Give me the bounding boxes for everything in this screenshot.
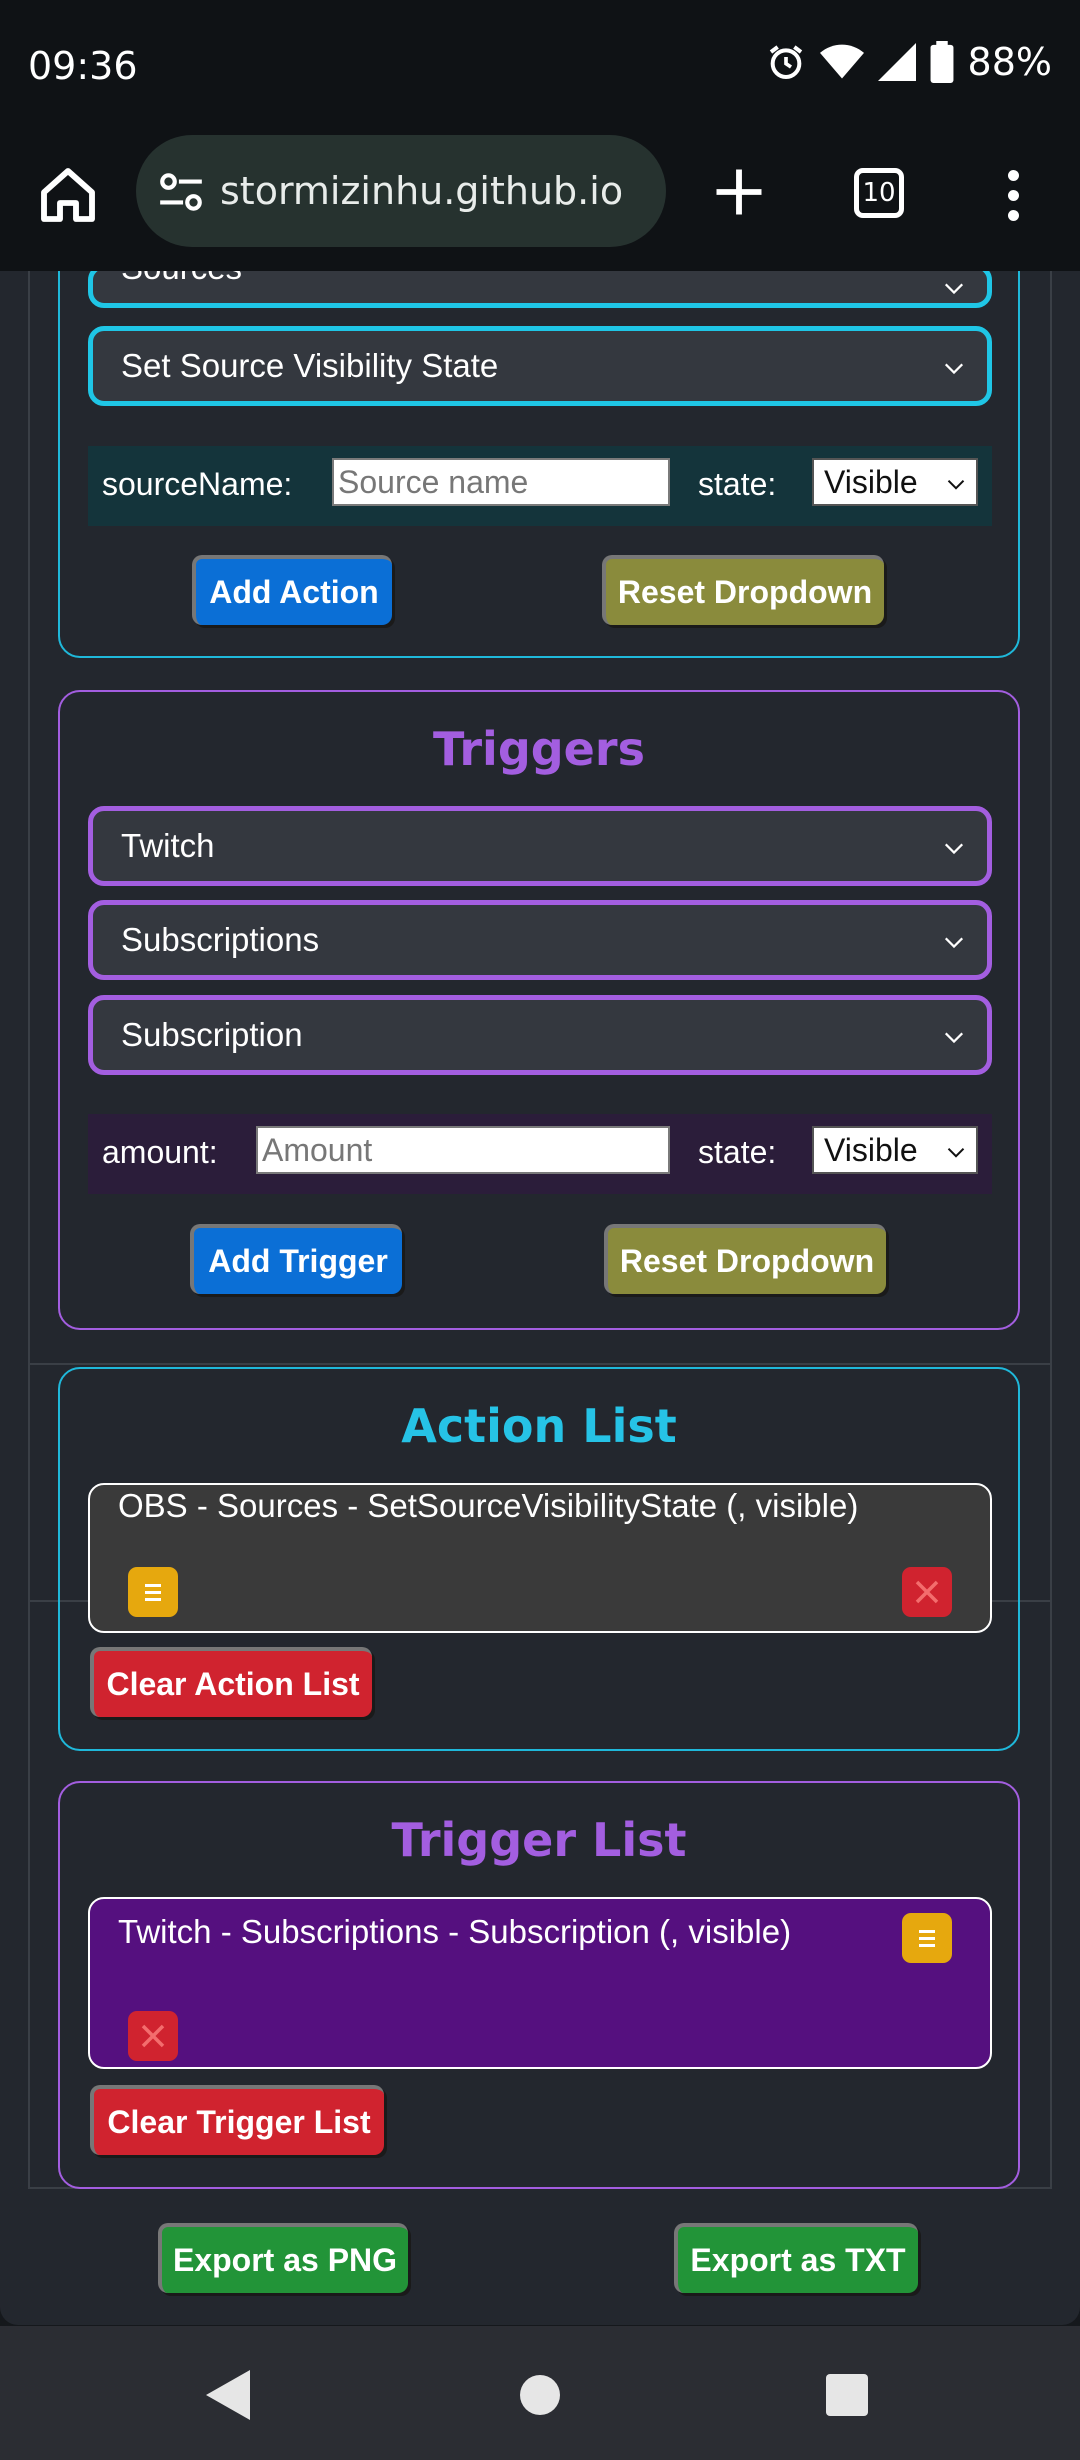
action-type-select[interactable]: Set Source Visibility State: [88, 326, 992, 406]
trigger-category-value: Subscriptions: [121, 921, 320, 958]
add-action-button[interactable]: Add Action: [192, 555, 392, 625]
trigger-platform-value: Twitch: [121, 827, 215, 864]
site-settings-icon[interactable]: [156, 167, 206, 217]
export-png-button[interactable]: Export as PNG: [158, 2223, 408, 2293]
source-name-input[interactable]: Source name: [332, 458, 670, 506]
action-category-value: Sources: [121, 271, 242, 287]
drag-handle-icon[interactable]: [902, 1913, 952, 1963]
chevron-down-icon: [944, 283, 964, 295]
tab-switcher-button[interactable]: 10: [854, 168, 904, 218]
back-icon[interactable]: [206, 2370, 250, 2420]
url-text[interactable]: stormizinhu.github.io: [220, 169, 623, 213]
clear-action-list-button[interactable]: Clear Action List: [90, 1647, 372, 1717]
new-tab-icon[interactable]: [712, 165, 766, 219]
wifi-icon: [819, 44, 864, 79]
action-params-row: sourceName: Source name state: Visible: [88, 446, 992, 526]
status-bar: 09:36 88%: [0, 0, 1080, 135]
chevron-down-icon: [944, 843, 964, 855]
chevron-down-icon: [944, 1032, 964, 1044]
home-circle-icon[interactable]: [519, 2374, 561, 2416]
trigger-type-value: Subscription: [121, 1016, 303, 1053]
more-menu-icon[interactable]: [998, 165, 1028, 225]
chevron-down-icon: [944, 937, 964, 949]
status-icons: 88%: [766, 40, 1052, 84]
action-item-text: OBS - Sources - SetSourceVisibilityState…: [118, 1487, 859, 1524]
trigger-category-select[interactable]: Subscriptions: [88, 900, 992, 980]
chevron-down-icon: [947, 1147, 965, 1158]
chevron-down-icon: [944, 363, 964, 375]
trigger-list-item: Twitch - Subscriptions - Subscription (,…: [88, 1897, 992, 2069]
action-category-select[interactable]: Sources: [88, 271, 992, 308]
state-select-value: Visible: [824, 464, 918, 500]
trigger-platform-select[interactable]: Twitch: [88, 806, 992, 886]
home-icon[interactable]: [36, 163, 100, 227]
system-nav-bar: [0, 2326, 1080, 2460]
signal-icon: [877, 43, 916, 81]
state-label: state:: [698, 1134, 777, 1170]
trigger-type-select[interactable]: Subscription: [88, 995, 992, 1075]
state-select-value: Visible: [824, 1132, 918, 1168]
amount-label: amount:: [102, 1134, 218, 1170]
page-wrapper: Sources Set Source Visibility State sour…: [0, 271, 1080, 2325]
action-type-value: Set Source Visibility State: [121, 347, 499, 384]
trigger-item-text: Twitch - Subscriptions - Subscription (,…: [118, 1913, 792, 1950]
page-content: Sources Set Source Visibility State sour…: [0, 271, 1080, 2326]
screen: 09:36 88% stormizinhu.github.io 10 Sourc…: [0, 0, 1080, 2460]
add-trigger-button[interactable]: Add Trigger: [190, 1224, 402, 1294]
triggers-title: Triggers: [433, 722, 645, 776]
amount-input[interactable]: Amount: [256, 1126, 670, 1174]
clear-trigger-list-button[interactable]: Clear Trigger List: [90, 2085, 384, 2155]
delete-icon[interactable]: [902, 1567, 952, 1617]
address-bar[interactable]: stormizinhu.github.io: [136, 135, 666, 247]
drag-handle-icon[interactable]: [128, 1567, 178, 1617]
alarm-icon: [769, 45, 802, 79]
reset-dropdown-button[interactable]: Reset Dropdown: [604, 1224, 886, 1294]
delete-icon[interactable]: [128, 2011, 178, 2061]
recents-icon[interactable]: [826, 2374, 868, 2416]
reset-dropdown-button[interactable]: Reset Dropdown: [602, 555, 884, 625]
chevron-down-icon: [947, 479, 965, 490]
state-select[interactable]: Visible: [812, 1126, 978, 1174]
source-name-label: sourceName:: [102, 466, 293, 502]
status-time: 09:36: [28, 44, 138, 88]
trigger-params-row: amount: Amount state: Visible: [88, 1114, 992, 1194]
state-select[interactable]: Visible: [812, 458, 978, 506]
action-list-item: OBS - Sources - SetSourceVisibilityState…: [88, 1483, 992, 1633]
browser-toolbar: stormizinhu.github.io 10: [0, 135, 1080, 271]
battery-percent: 88%: [967, 40, 1052, 84]
export-txt-button[interactable]: Export as TXT: [674, 2223, 918, 2293]
state-label: state:: [698, 466, 777, 502]
battery-icon: [930, 41, 953, 83]
action-list-title: Action List: [401, 1399, 677, 1453]
trigger-list-title: Trigger List: [391, 1813, 687, 1867]
